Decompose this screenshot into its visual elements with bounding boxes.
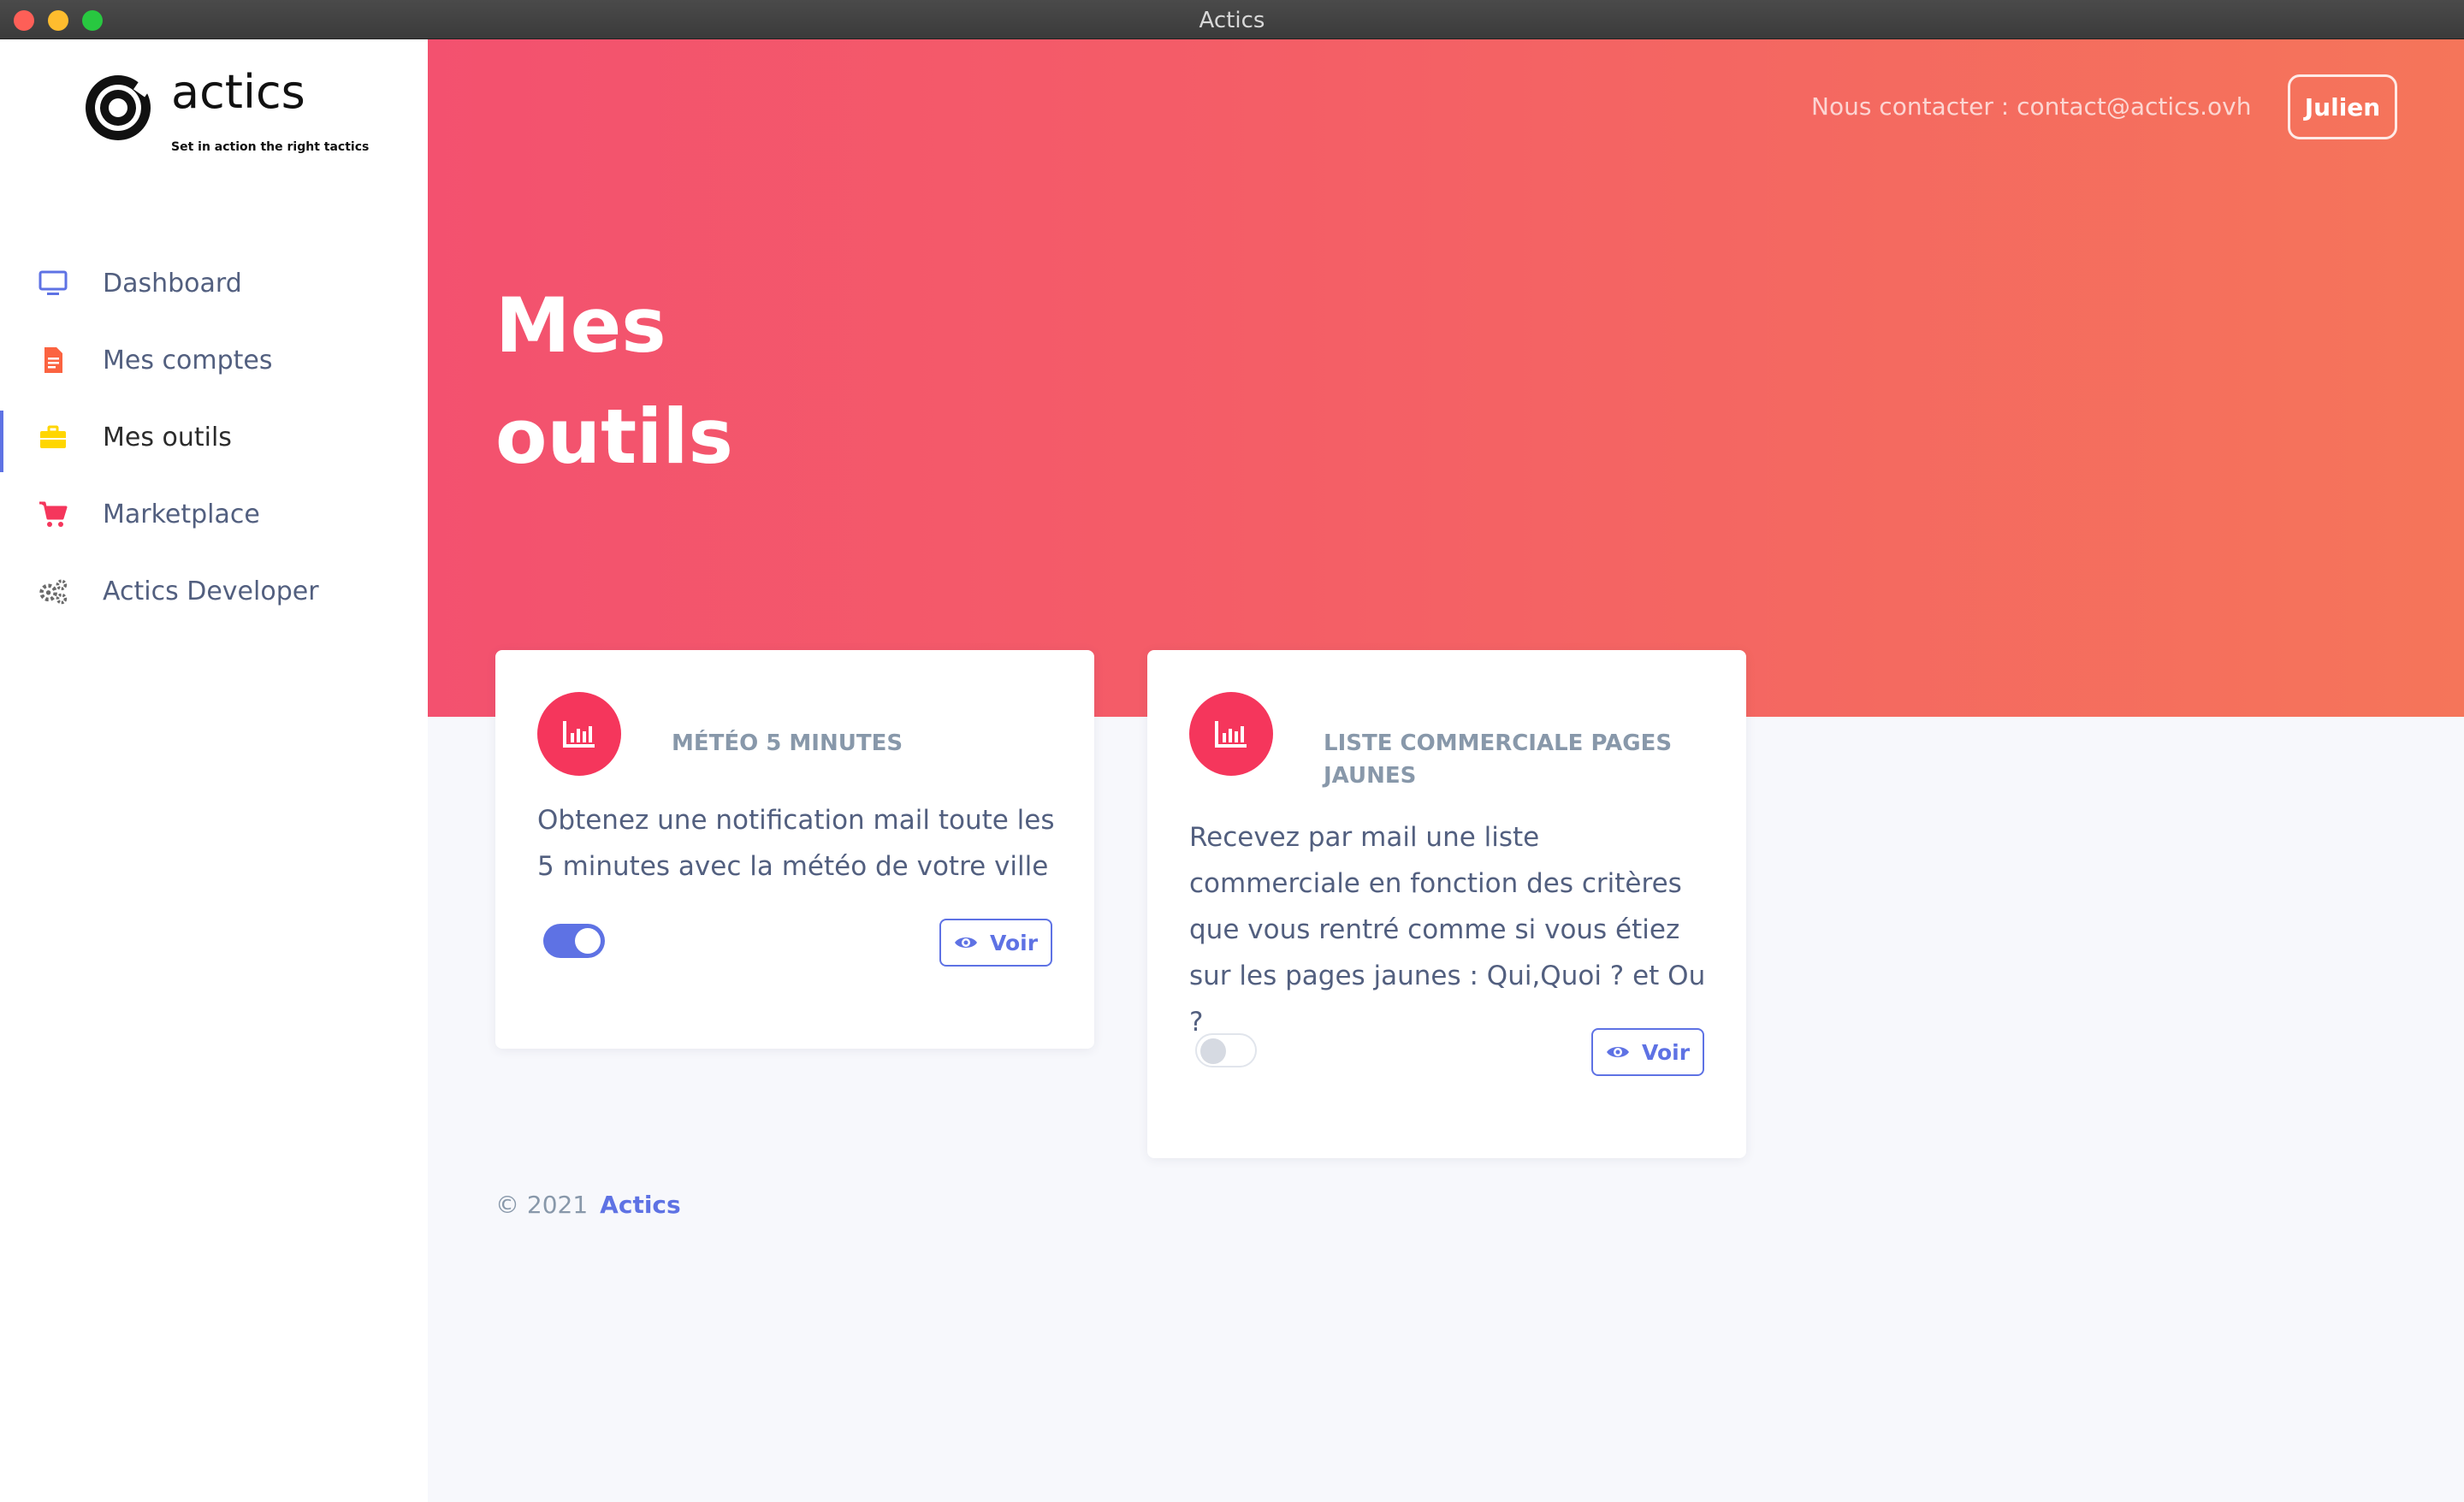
sidebar-item-label: Dashboard <box>103 268 242 299</box>
logo[interactable]: actics Set in action the right tactics <box>82 65 369 154</box>
logo-tagline: Set in action the right tactics <box>171 140 370 154</box>
sidebar-item-actics-developer[interactable]: Actics Developer <box>0 553 428 630</box>
sidebar-item-label: Marketplace <box>103 499 260 529</box>
footer-brand-link[interactable]: Actics <box>600 1191 681 1219</box>
voir-button[interactable]: Voir <box>939 919 1052 967</box>
title-bar: Actics <box>0 0 2464 39</box>
toggle-knob <box>575 928 601 954</box>
sidebar-item-label: Mes outils <box>103 422 232 452</box>
hero-header: Nous contacter : contact@actics.ovh Juli… <box>428 39 2464 717</box>
cart-icon <box>39 501 68 527</box>
voir-button[interactable]: Voir <box>1591 1028 1704 1076</box>
sidebar-item-mes-comptes[interactable]: Mes comptes <box>0 322 428 399</box>
window-title: Actics <box>1199 8 1265 33</box>
monitor-icon <box>38 270 68 295</box>
enable-toggle[interactable] <box>543 924 605 958</box>
contact-link[interactable]: Nous contacter : contact@actics.ovh <box>1811 92 2252 121</box>
briefcase-icon <box>40 425 66 448</box>
tool-card-liste-commerciale: LISTE COMMERCIALE PAGES JAUNES Recevez p… <box>1147 650 1746 1158</box>
enable-toggle[interactable] <box>1195 1033 1257 1067</box>
card-title: MÉTÉO 5 MINUTES <box>672 730 903 756</box>
sidebar-item-label: Mes comptes <box>103 345 273 376</box>
tool-card-meteo: MÉTÉO 5 MINUTES Obtenez une notification… <box>495 650 1094 1049</box>
bar-chart-icon <box>1215 721 1247 748</box>
document-icon <box>44 347 62 373</box>
footer: © 2021 Actics <box>495 1191 681 1219</box>
sidebar: actics Set in action the right tactics D… <box>0 39 428 1502</box>
gears-icon <box>39 579 68 605</box>
sidebar-item-label: Actics Developer <box>103 576 319 606</box>
eye-icon <box>1606 1047 1629 1057</box>
page-title-line-2: outils <box>495 393 733 481</box>
card-description: Recevez par mail une liste commerciale e… <box>1189 822 1706 1038</box>
card-icon-badge <box>537 692 621 776</box>
sidebar-item-mes-outils[interactable]: Mes outils <box>0 399 428 476</box>
sidebar-item-dashboard[interactable]: Dashboard <box>0 245 428 322</box>
actics-logo-icon <box>86 75 151 140</box>
card-description: Obtenez une notification mail toute les … <box>537 805 1055 882</box>
card-title: LISTE COMMERCIALE PAGES JAUNES <box>1324 730 1673 789</box>
toggle-knob <box>1200 1038 1226 1064</box>
eye-icon <box>954 937 977 948</box>
sidebar-nav: Dashboard Mes comptes Mes outils Marketp… <box>0 245 428 630</box>
main-content: Nous contacter : contact@actics.ovh Juli… <box>428 39 2464 1502</box>
page-title-line-1: Mes <box>495 281 666 370</box>
logo-wordmark: actics <box>171 65 305 119</box>
page-title: Mes outils <box>495 270 838 493</box>
bar-chart-icon <box>563 721 595 748</box>
sidebar-item-marketplace[interactable]: Marketplace <box>0 476 428 553</box>
footer-copyright: © 2021 <box>495 1191 589 1219</box>
user-menu-button[interactable]: Julien <box>2288 74 2397 139</box>
app-window: Actics actics Set in action the right ta… <box>0 0 2464 1502</box>
voir-button-label: Voir <box>989 930 1039 955</box>
voir-button-label: Voir <box>1641 1039 1691 1065</box>
card-icon-badge <box>1189 692 1273 776</box>
